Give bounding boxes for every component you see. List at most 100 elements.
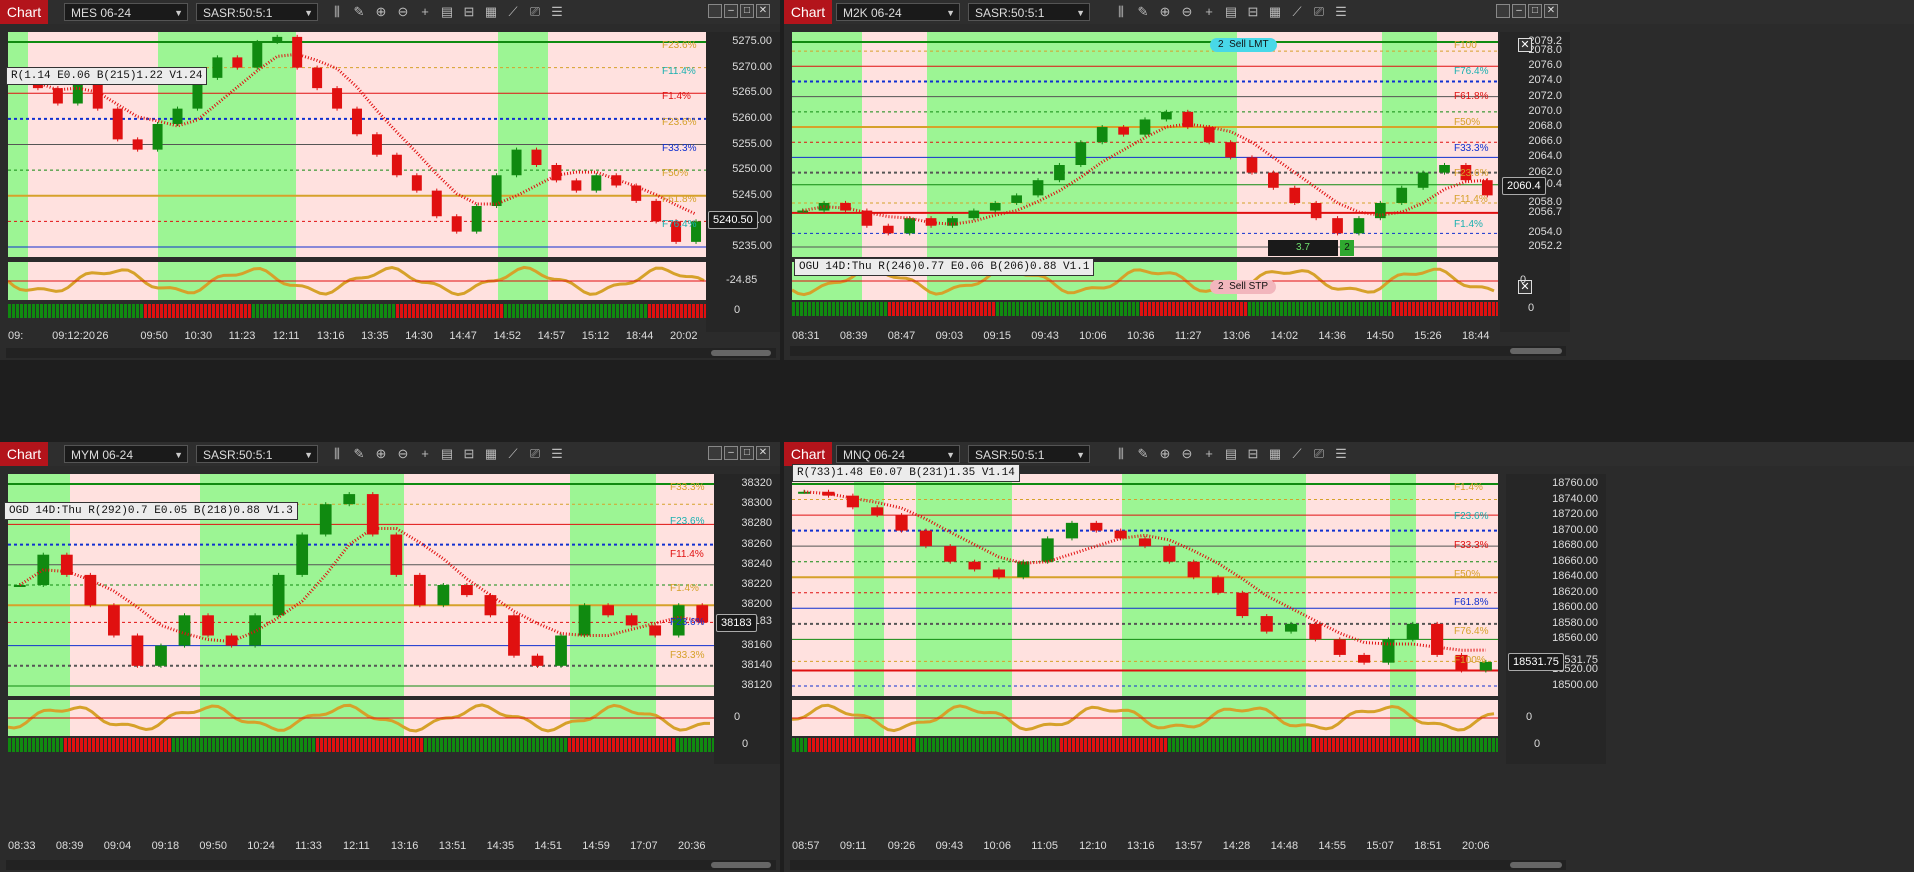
template-icon[interactable]: ⊟ xyxy=(460,3,478,21)
histogram-bar xyxy=(824,302,827,316)
properties-icon[interactable]: ▤ xyxy=(438,3,456,21)
bar-type-selector[interactable]: SASR:50:5:1 ▼ xyxy=(968,3,1090,21)
minimize-button[interactable]: – xyxy=(724,446,738,460)
close-button[interactable]: ✕ xyxy=(756,4,770,18)
minimize-button[interactable]: – xyxy=(724,4,738,18)
list-icon[interactable]: ☰ xyxy=(1332,445,1350,463)
bar-type-selector[interactable]: SASR:50:5:1 ▼ xyxy=(196,3,318,21)
instrument-selector[interactable]: MNQ 06-24 ▼ xyxy=(836,445,960,463)
histogram-bar xyxy=(908,302,911,316)
price-chart[interactable] xyxy=(8,474,714,872)
tile-button[interactable] xyxy=(1496,4,1510,18)
strategy-icon[interactable]: ⎚ xyxy=(526,445,544,463)
histogram-bar xyxy=(516,738,519,752)
crosshair-icon[interactable]: + xyxy=(1200,3,1218,21)
list-icon[interactable]: ☰ xyxy=(548,445,566,463)
data-box-icon[interactable]: ▦ xyxy=(1266,445,1284,463)
close-button[interactable]: ✕ xyxy=(1544,4,1558,18)
zoom-out-icon[interactable]: ⊖ xyxy=(1178,3,1196,21)
zoom-in-icon[interactable]: ⊕ xyxy=(1156,445,1174,463)
minimize-button[interactable]: – xyxy=(1512,4,1526,18)
histogram-bar xyxy=(632,304,635,318)
zoom-out-icon[interactable]: ⊖ xyxy=(394,3,412,21)
time-axis[interactable]: 08:33 08:39 09:04 09:18 09:50 10:24 11:33 12:11… xyxy=(8,840,714,858)
zoom-in-icon[interactable]: ⊕ xyxy=(1156,3,1174,21)
price-axis[interactable]: 2079.2 2078.0 2076.0 2074.0 2072.0 2070.0 2068… xyxy=(1500,32,1570,332)
price-axis[interactable]: 5275.00 5270.00 5265.00 5260.00 5255.00 5250.… xyxy=(706,32,780,332)
histogram-bar xyxy=(1300,738,1303,752)
instrument-selector[interactable]: M2K 06-24 ▼ xyxy=(836,3,960,21)
data-box-icon[interactable]: ▦ xyxy=(1266,3,1284,21)
properties-icon[interactable]: ▤ xyxy=(1222,445,1240,463)
price-chart[interactable] xyxy=(792,32,1498,332)
price-tick-label: 5270.00 xyxy=(732,60,772,73)
time-axis[interactable]: 09: 09:12:20 26 09:50 10:30 11:23 12:11 13:16 13… xyxy=(8,330,706,348)
histogram-bar xyxy=(1368,302,1371,316)
indicators-icon[interactable]: ⟋ xyxy=(504,3,522,21)
time-axis[interactable]: 08:57 09:11 09:26 09:43 10:06 11:05 12:10 13:16… xyxy=(792,840,1498,858)
draw-icon[interactable]: ✎ xyxy=(1134,445,1152,463)
close-button[interactable]: ✕ xyxy=(756,446,770,460)
maximize-button[interactable]: □ xyxy=(740,4,754,18)
sell-limit-order[interactable]: 2 Sell LMT xyxy=(1210,38,1277,52)
histogram-bar xyxy=(1396,738,1399,752)
strategy-icon[interactable]: ⎚ xyxy=(1310,445,1328,463)
histogram-bar xyxy=(280,738,283,752)
cancel-order-top-icon[interactable]: ✕ xyxy=(1518,38,1532,52)
list-icon[interactable]: ☰ xyxy=(1332,3,1350,21)
candle xyxy=(252,42,263,68)
histogram-bar xyxy=(1120,302,1123,316)
strategy-icon[interactable]: ⎚ xyxy=(1310,3,1328,21)
histogram-bar xyxy=(16,304,19,318)
bar-chart-icon[interactable]: ⫼ xyxy=(328,3,346,21)
price-axis[interactable]: 38320 38300 38280 38260 38240 38220 38200 38183… xyxy=(714,474,780,764)
properties-icon[interactable]: ▤ xyxy=(438,445,456,463)
crosshair-icon[interactable]: + xyxy=(1200,445,1218,463)
price-axis[interactable]: 18760.00 18740.00 18720.00 18700.00 18680.00… xyxy=(1506,474,1606,764)
horizontal-scrollbar[interactable] xyxy=(790,346,1566,356)
sell-stop-order[interactable]: 2 Sell STP xyxy=(1210,280,1277,294)
data-box-icon[interactable]: ▦ xyxy=(482,3,500,21)
crosshair-icon[interactable]: + xyxy=(416,3,434,21)
zoom-in-icon[interactable]: ⊕ xyxy=(372,445,390,463)
horizontal-scrollbar[interactable] xyxy=(790,860,1566,870)
bar-type-selector[interactable]: SASR:50:5:1 ▼ xyxy=(968,445,1090,463)
candle xyxy=(895,515,908,531)
histogram-bar xyxy=(1252,738,1255,752)
bar-type-selector[interactable]: SASR:50:5:1 ▼ xyxy=(196,445,318,463)
tile-button[interactable] xyxy=(708,4,722,18)
strategy-icon[interactable]: ⎚ xyxy=(526,3,544,21)
properties-icon[interactable]: ▤ xyxy=(1222,3,1240,21)
bar-chart-icon[interactable]: ⫼ xyxy=(1112,3,1130,21)
horizontal-scrollbar[interactable] xyxy=(6,348,776,358)
indicators-icon[interactable]: ⟋ xyxy=(1288,445,1306,463)
candle xyxy=(312,67,323,89)
list-icon[interactable]: ☰ xyxy=(548,3,566,21)
instrument-selector[interactable]: MES 06-24 ▼ xyxy=(64,3,188,21)
instrument-selector[interactable]: MYM 06-24 ▼ xyxy=(64,445,188,463)
zoom-out-icon[interactable]: ⊖ xyxy=(1178,445,1196,463)
template-icon[interactable]: ⊟ xyxy=(460,445,478,463)
histogram-bar xyxy=(1216,738,1219,752)
histogram-bar xyxy=(700,304,703,318)
histogram-bar xyxy=(288,738,291,752)
bar-chart-icon[interactable]: ⫼ xyxy=(1112,445,1130,463)
bar-chart-icon[interactable]: ⫼ xyxy=(328,445,346,463)
maximize-button[interactable]: □ xyxy=(740,446,754,460)
candle xyxy=(343,494,356,505)
maximize-button[interactable]: □ xyxy=(1528,4,1542,18)
template-icon[interactable]: ⊟ xyxy=(1244,445,1262,463)
draw-icon[interactable]: ✎ xyxy=(350,3,368,21)
zoom-out-icon[interactable]: ⊖ xyxy=(394,445,412,463)
indicators-icon[interactable]: ⟋ xyxy=(504,445,522,463)
draw-icon[interactable]: ✎ xyxy=(350,445,368,463)
price-chart[interactable] xyxy=(792,474,1498,872)
zoom-in-icon[interactable]: ⊕ xyxy=(372,3,390,21)
crosshair-icon[interactable]: + xyxy=(416,445,434,463)
draw-icon[interactable]: ✎ xyxy=(1134,3,1152,21)
tile-button[interactable] xyxy=(708,446,722,460)
template-icon[interactable]: ⊟ xyxy=(1244,3,1262,21)
horizontal-scrollbar[interactable] xyxy=(6,860,776,870)
indicators-icon[interactable]: ⟋ xyxy=(1288,3,1306,21)
data-box-icon[interactable]: ▦ xyxy=(482,445,500,463)
